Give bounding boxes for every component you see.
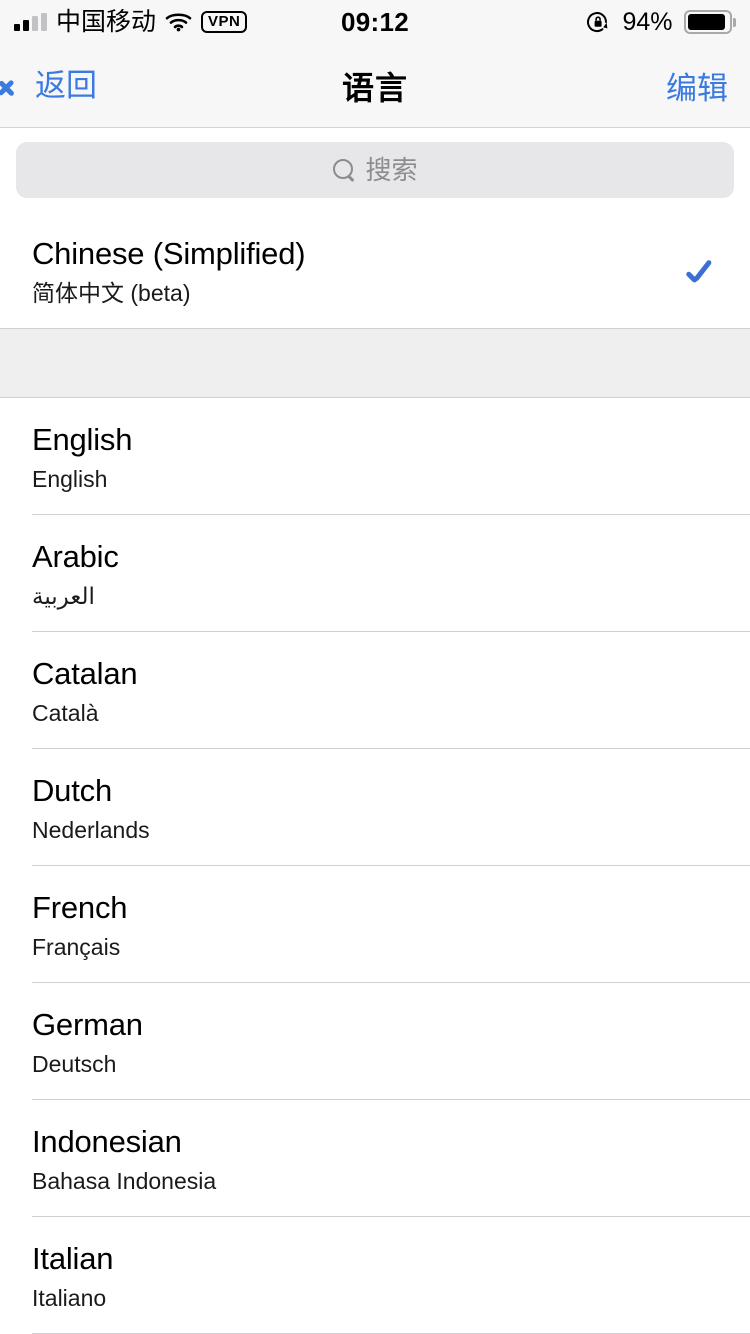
phone-screen: 中国移动 VPN 09:12 94% 返回 语言 编辑 搜索 Chinese (…	[0, 0, 750, 1334]
language-name: English	[32, 422, 133, 458]
language-row[interactable]: French Français	[0, 866, 750, 982]
language-row-text: Italian Italiano	[32, 1241, 718, 1312]
language-row-text: Dutch Nederlands	[32, 773, 718, 844]
language-name: Chinese (Simplified)	[32, 236, 306, 272]
language-row[interactable]: Italian Italiano	[0, 1217, 750, 1333]
search-placeholder: 搜索	[365, 155, 418, 185]
language-name: French	[32, 890, 128, 926]
language-row[interactable]: German Deutsch	[0, 983, 750, 1099]
selected-language-section: Chinese (Simplified) 简体中文 (beta)	[0, 212, 750, 328]
language-row[interactable]: Indonesian Bahasa Indonesia	[0, 1100, 750, 1216]
language-row-text: Indonesian Bahasa Indonesia	[32, 1124, 718, 1195]
search-input[interactable]: 搜索	[16, 142, 734, 198]
language-native-name: 简体中文 (beta)	[32, 279, 191, 306]
language-native-name: Italiano	[32, 1284, 107, 1311]
wifi-icon	[165, 12, 192, 32]
language-native-name: Nederlands	[32, 816, 150, 843]
language-native-name: English	[32, 465, 108, 492]
language-row-text: English English	[32, 422, 718, 493]
back-button-label: 返回	[35, 68, 97, 103]
chevron-left-icon	[12, 72, 27, 100]
section-separator-band	[0, 328, 750, 398]
vpn-badge: VPN	[201, 11, 248, 33]
language-name: Catalan	[32, 656, 138, 692]
language-name: Arabic	[32, 539, 119, 575]
cellular-signal-icon	[14, 12, 47, 31]
status-bar-left: 中国移动 VPN	[14, 7, 248, 36]
language-row[interactable]: English English	[0, 398, 750, 514]
carrier-label: 中国移动	[56, 7, 157, 36]
language-row[interactable]: Catalan Català	[0, 632, 750, 748]
rotation-lock-icon	[585, 9, 611, 35]
edit-button[interactable]: 编辑	[666, 63, 750, 108]
language-native-name: Català	[32, 699, 99, 726]
language-name: Dutch	[32, 773, 112, 809]
status-bar-right: 94%	[585, 8, 736, 37]
battery-icon	[683, 10, 736, 34]
language-row-text: German Deutsch	[32, 1007, 718, 1078]
language-row[interactable]: Arabic العربية	[0, 515, 750, 631]
language-row-text: Arabic العربية	[32, 539, 718, 610]
language-row[interactable]: Chinese (Simplified) 简体中文 (beta)	[0, 212, 750, 328]
language-native-name: العربية	[32, 582, 95, 609]
battery-percent-label: 94%	[622, 7, 673, 36]
search-icon	[332, 158, 356, 182]
language-name: Indonesian	[32, 1124, 182, 1160]
language-row-text: Chinese (Simplified) 简体中文 (beta)	[32, 236, 670, 307]
language-name: German	[32, 1007, 143, 1043]
language-list: English English Arabic العربية Catalan Català…	[0, 398, 750, 1334]
language-row-text: French Français	[32, 890, 718, 961]
navigation-bar: 返回 语言 编辑	[0, 44, 750, 128]
language-native-name: Bahasa Indonesia	[32, 1167, 217, 1194]
language-row-text: Catalan Català	[32, 656, 718, 727]
search-bar-container: 搜索	[0, 128, 750, 212]
back-button[interactable]: 返回	[0, 70, 97, 101]
checkmark-icon	[684, 255, 718, 289]
language-native-name: Français	[32, 933, 121, 960]
language-name: Italian	[32, 1241, 114, 1277]
language-native-name: Deutsch	[32, 1050, 117, 1077]
status-bar: 中国移动 VPN 09:12 94%	[0, 0, 750, 44]
page-title: 语言	[341, 69, 408, 106]
language-row[interactable]: Dutch Nederlands	[0, 749, 750, 865]
